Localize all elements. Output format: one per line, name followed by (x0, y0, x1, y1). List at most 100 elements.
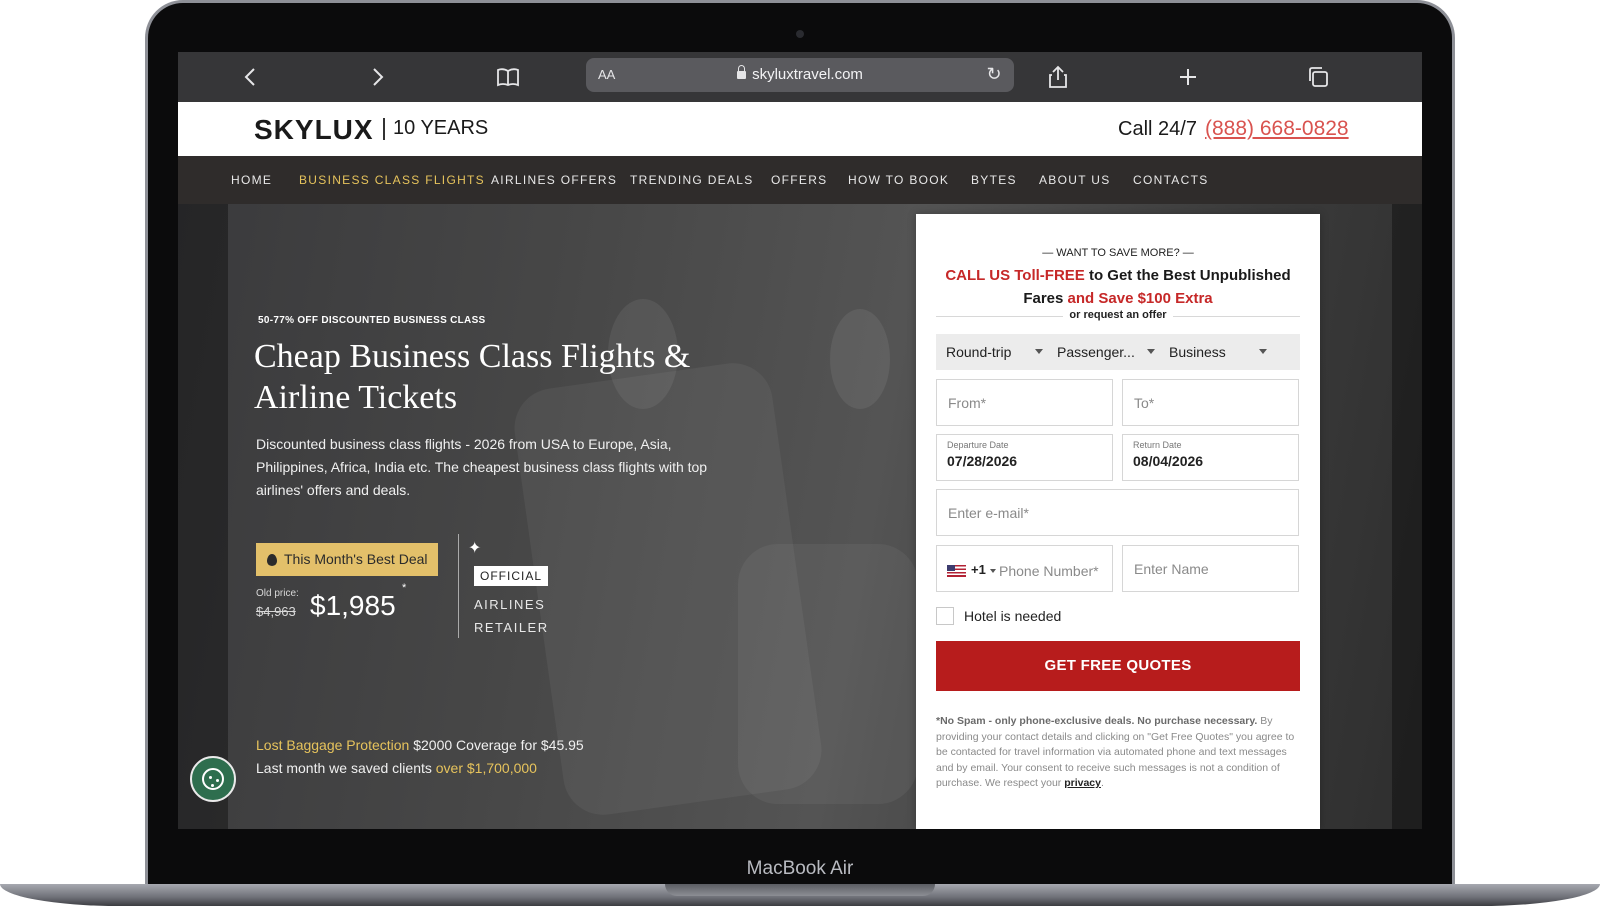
form-heading: CALL US Toll-FREE to Get the Best Unpubl… (936, 264, 1300, 310)
camera-icon (796, 30, 804, 38)
return-date-field[interactable]: Return Date 08/04/2026 (1122, 434, 1299, 481)
lock-icon (737, 65, 747, 79)
phone-placeholder: Phone Number* (999, 563, 1099, 579)
savings-amount: over $1,700,000 (435, 760, 537, 776)
best-deal-badge: This Month's Best Deal (256, 543, 438, 576)
best-deal-label: This Month's Best Deal (284, 551, 428, 567)
logo-text: SKYLUX (254, 114, 374, 145)
nav-item-bytes[interactable]: BYTES (971, 173, 1017, 187)
name-placeholder: Enter Name (1134, 561, 1209, 577)
hotel-checkbox[interactable] (936, 607, 954, 625)
logo-divider (383, 118, 385, 140)
return-date-value: 08/04/2026 (1133, 453, 1204, 469)
quote-form: — WANT TO SAVE MORE? — CALL US Toll-FREE… (916, 214, 1320, 829)
hero-description: Discounted business class flights - 2026… (256, 436, 708, 498)
price-asterisk: * (402, 582, 407, 594)
name-field[interactable]: Enter Name (1122, 545, 1299, 592)
trip-type-select[interactable]: Round-trip (946, 344, 1011, 360)
logo[interactable]: SKYLUX (254, 114, 374, 146)
site-header: SKYLUX 10 YEARS Call 24/7 (888) 668-0828 (178, 102, 1422, 156)
url-label: skyluxtravel.com (752, 66, 863, 83)
chevron-down-icon (1147, 349, 1155, 354)
nav-item-home[interactable]: HOME (231, 173, 272, 187)
form-subheading-text: or request an offer (1063, 309, 1173, 321)
chevron-down-icon (1035, 349, 1043, 354)
form-eyebrow: — WANT TO SAVE MORE? — (1042, 247, 1194, 259)
from-placeholder: From* (948, 395, 987, 411)
forward-icon[interactable] (366, 65, 390, 89)
hero-divider (458, 534, 459, 638)
phone-field[interactable]: +1 Phone Number* (936, 545, 1113, 592)
cabin-seat-image (738, 544, 918, 804)
baggage-protection-line: Lost Baggage Protection $2000 Coverage f… (256, 737, 584, 753)
browser-toolbar: AA skyluxtravel.com ↻ (178, 52, 1422, 102)
to-field[interactable]: To* (1122, 379, 1299, 426)
fire-icon (267, 554, 277, 566)
email-placeholder: Enter e-mail* (948, 505, 1029, 521)
us-flag-icon[interactable] (947, 565, 966, 577)
savings-text: Last month we saved clients (256, 760, 436, 776)
save-extra-text: and Save $100 Extra (1067, 290, 1213, 307)
main-nav: HOME BUSINESS CLASS FLIGHTS AIRLINES OFF… (178, 156, 1422, 204)
cookie-settings-button[interactable] (190, 756, 236, 802)
trip-options-row: Round-trip Passenger... Business (936, 334, 1300, 370)
retailer-label: RETAILER (474, 620, 549, 635)
disclaimer-end: . (1100, 777, 1104, 789)
airlines-label: AIRLINES (474, 597, 546, 612)
chevron-down-icon (990, 569, 996, 573)
hero-title: Cheap Business Class Flights & Airline T… (254, 338, 691, 416)
reload-icon[interactable]: ↻ (984, 64, 1004, 84)
call-label: Call 24/7 (1118, 118, 1197, 140)
from-field[interactable]: From* (936, 379, 1113, 426)
official-badge: OFFICIAL (474, 566, 549, 586)
passengers-select[interactable]: Passenger... (1057, 344, 1135, 360)
deal-price: $1,985 (310, 590, 396, 621)
chevron-down-icon (1259, 349, 1267, 354)
hero-shade-right (1392, 204, 1422, 829)
laptop-notch (665, 884, 935, 896)
share-icon[interactable] (1046, 65, 1070, 89)
back-icon[interactable] (238, 65, 262, 89)
disclaimer-bold: *No Spam - only phone-exclusive deals. N… (936, 715, 1258, 727)
sparkle-icon: ✦ (468, 540, 482, 557)
nav-item-about-us[interactable]: ABOUT US (1039, 173, 1111, 187)
privacy-link[interactable]: privacy (1064, 777, 1101, 789)
hero-shade-left (178, 204, 228, 829)
tabs-overview-icon[interactable] (1306, 65, 1330, 89)
url-text: skyluxtravel.com (586, 65, 1014, 83)
email-field[interactable]: Enter e-mail* (936, 489, 1299, 536)
logo-years: 10 YEARS (393, 117, 489, 139)
savings-line: Last month we saved clients over $1,700,… (256, 760, 537, 776)
departure-date-value: 07/28/2026 (947, 453, 1018, 469)
nav-item-business-class-flights[interactable]: BUSINESS CLASS FLIGHTS (299, 173, 485, 187)
nav-item-offers[interactable]: OFFERS (771, 173, 827, 187)
nav-item-airlines-offers[interactable]: AIRLINES OFFERS (491, 173, 617, 187)
form-subheading: or request an offer (916, 309, 1320, 321)
baggage-protection-link[interactable]: Lost Baggage Protection (256, 737, 409, 753)
phone-country-code[interactable]: +1 (971, 562, 986, 577)
hero-eyebrow: 50-77% OFF DISCOUNTED BUSINESS CLASS (258, 315, 486, 326)
bookmarks-icon[interactable] (496, 65, 520, 89)
header-phone-link[interactable]: (888) 668-0828 (1205, 117, 1349, 141)
hotel-checkbox-label[interactable]: Hotel is needed (964, 608, 1061, 624)
address-bar[interactable]: AA skyluxtravel.com ↻ (586, 58, 1014, 92)
nav-item-trending-deals[interactable]: TRENDING DEALS (630, 173, 754, 187)
new-tab-icon[interactable] (1176, 65, 1200, 89)
departure-date-label: Departure Date (947, 440, 1009, 450)
device-label: MacBook Air (746, 858, 854, 879)
cabin-class-select[interactable]: Business (1169, 344, 1226, 360)
baggage-protection-text: $2000 Coverage for $45.95 (409, 737, 584, 753)
old-price-label: Old price: (256, 588, 299, 599)
departure-date-field[interactable]: Departure Date 07/28/2026 (936, 434, 1113, 481)
return-date-label: Return Date (1133, 440, 1182, 450)
cabin-window-image (830, 309, 890, 409)
nav-item-contacts[interactable]: CONTACTS (1133, 173, 1209, 187)
call-toll-free-text: CALL US Toll-FREE (945, 267, 1085, 284)
cookie-icon (202, 768, 224, 790)
form-disclaimer: *No Spam - only phone-exclusive deals. N… (936, 714, 1300, 792)
nav-item-how-to-book[interactable]: HOW TO BOOK (848, 173, 949, 187)
screen: AA skyluxtravel.com ↻ SKYLUX 10 YEARS Ca… (178, 52, 1422, 829)
old-price: $4,963 (256, 604, 296, 619)
to-placeholder: To* (1134, 395, 1155, 411)
get-free-quotes-button[interactable]: GET FREE QUOTES (936, 641, 1300, 691)
